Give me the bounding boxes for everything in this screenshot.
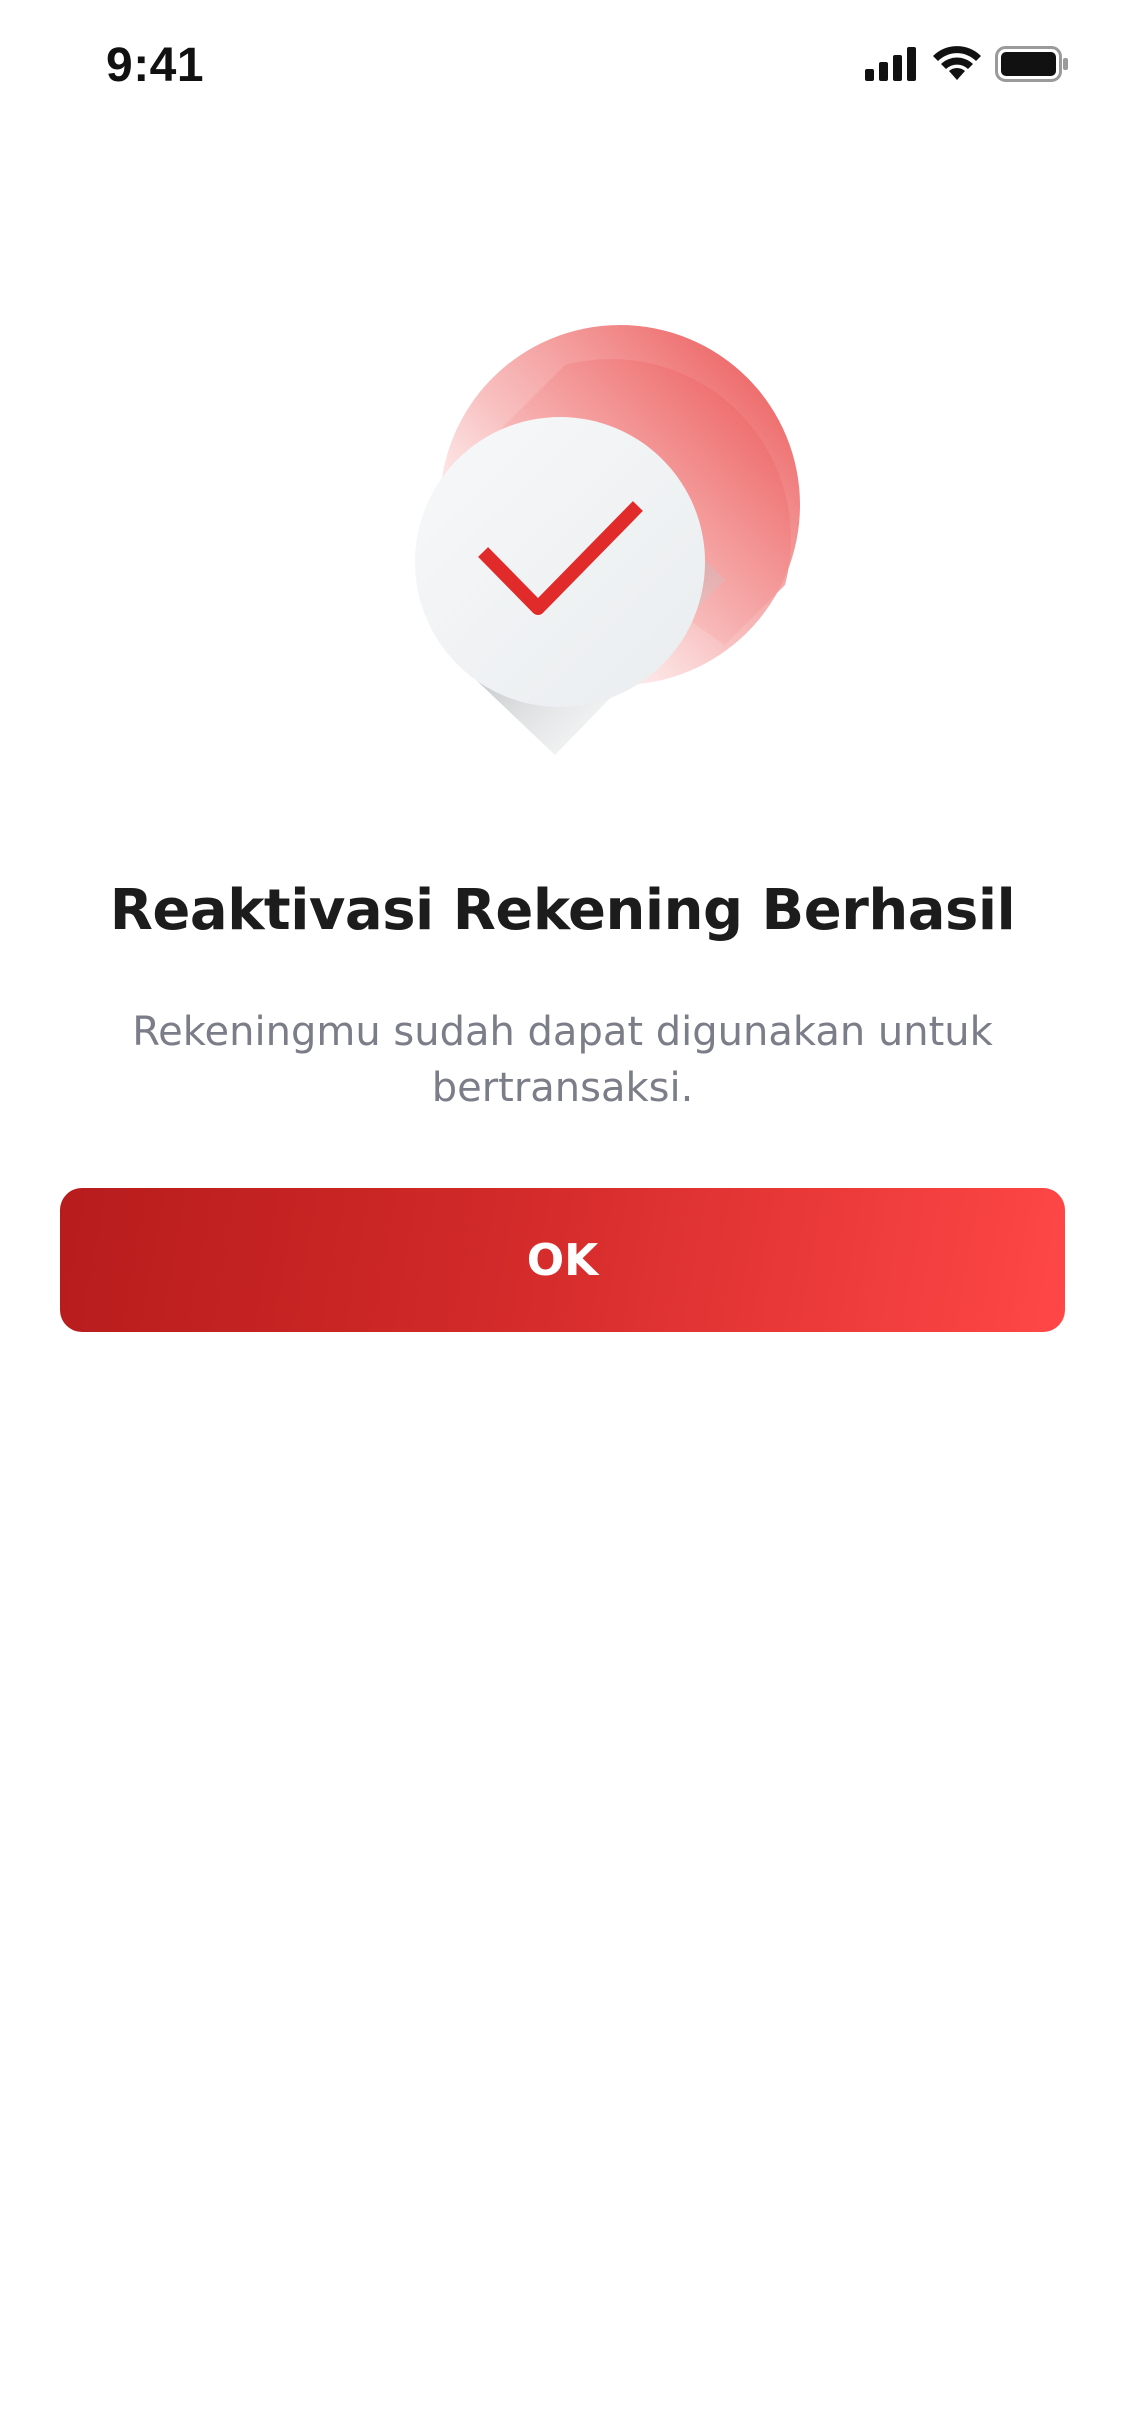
success-illustration [395, 315, 815, 775]
success-description: Rekeningmu sudah dapat digunakan untuk b… [130, 1004, 995, 1116]
success-screen: 9:41 Reaktivasi Rekening Berhasil Rekeni… [0, 0, 1125, 2436]
battery-icon [995, 46, 1069, 82]
wifi-icon [933, 46, 981, 82]
ok-button[interactable]: OK [60, 1188, 1065, 1332]
status-icons [865, 46, 1069, 82]
status-time: 9:41 [106, 39, 205, 92]
cellular-signal-icon [865, 47, 919, 81]
subtitle-line-2: bertransaksi. [431, 1065, 694, 1111]
status-bar: 9:41 [0, 0, 1125, 132]
subtitle-line-1: Rekeningmu sudah dapat digunakan untuk [132, 1009, 993, 1055]
page-title: Reaktivasi Rekening Berhasil [109, 878, 1016, 943]
success-check-icon [415, 325, 800, 755]
